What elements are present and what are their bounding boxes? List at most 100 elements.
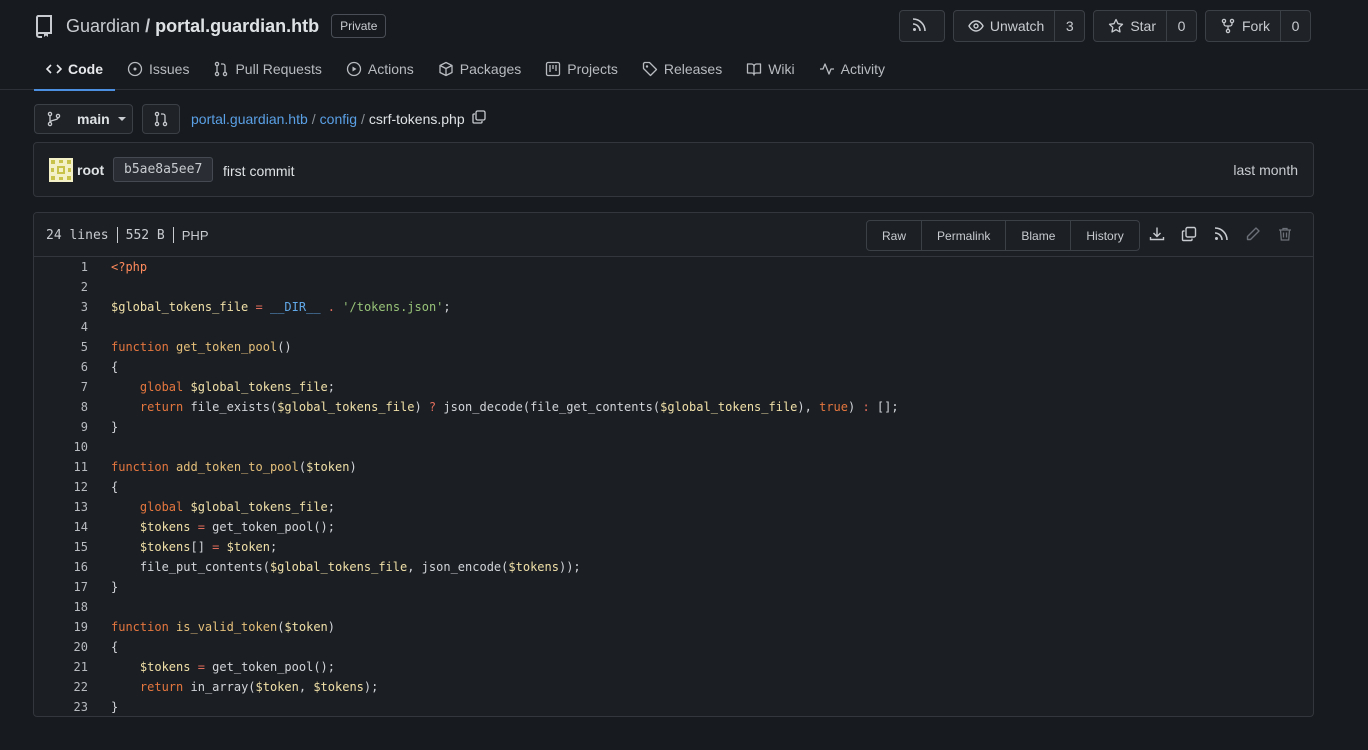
raw-button[interactable]: Raw: [867, 221, 921, 250]
code-view: 1 <?php 2 3 $global_tokens_file = __DIR__ . …: [34, 257, 1313, 716]
line-number[interactable]: 19: [34, 620, 88, 634]
tab-projects[interactable]: Projects: [533, 48, 630, 90]
rss-icon: [912, 17, 932, 35]
line-number[interactable]: 22: [34, 680, 88, 694]
tag-icon: [642, 61, 657, 77]
line-number[interactable]: 4: [34, 320, 88, 334]
delete-icon[interactable]: [1276, 225, 1294, 243]
line-number[interactable]: 16: [34, 560, 88, 574]
copy-icon[interactable]: [1180, 225, 1198, 243]
line-number[interactable]: 21: [34, 660, 88, 674]
copy-path-icon[interactable]: [471, 110, 486, 127]
line-number[interactable]: 13: [34, 500, 88, 514]
branch-icon: [47, 111, 61, 127]
tab-code[interactable]: Code: [34, 48, 115, 91]
line-number[interactable]: 3: [34, 300, 88, 314]
commit-author[interactable]: root: [77, 162, 104, 178]
tab-wiki[interactable]: Wiki: [734, 48, 806, 90]
line-number[interactable]: 7: [34, 380, 88, 394]
download-icon[interactable]: [1148, 225, 1166, 243]
breadcrumb-separator: /: [311, 110, 316, 127]
permalink-button[interactable]: Permalink: [921, 221, 1005, 250]
tab-pull-requests[interactable]: Pull Requests: [201, 48, 333, 90]
repo-title: Guardian / portal.guardian.htb Private: [34, 12, 387, 40]
rss-icon[interactable]: [1212, 225, 1230, 243]
code-line: 17}: [34, 577, 1313, 597]
repo-header-buttons: Unwatch 3 Star 0 Fork 0: [898, 10, 1311, 42]
code-line: 1 <?php: [34, 257, 1313, 277]
code-line: 18: [34, 597, 1313, 617]
breadcrumb-config-link[interactable]: config: [320, 111, 357, 127]
commit-time: last month: [1233, 162, 1298, 178]
star-button[interactable]: Star 0: [1093, 10, 1197, 42]
code-text: <?php: [111, 260, 148, 274]
history-button[interactable]: History: [1070, 221, 1138, 250]
commit-sha[interactable]: b5ae8a5ee7: [113, 157, 214, 182]
unwatch-button[interactable]: Unwatch 3: [952, 10, 1086, 42]
line-number[interactable]: 9: [34, 420, 88, 434]
tab-issues[interactable]: Issues: [115, 48, 201, 90]
tab-releases[interactable]: Releases: [630, 48, 734, 90]
line-number[interactable]: 1: [34, 260, 88, 274]
line-number[interactable]: 18: [34, 600, 88, 614]
tab-activity[interactable]: Activity: [807, 48, 897, 90]
star-count[interactable]: 0: [1166, 11, 1196, 41]
breadcrumb-repo-link[interactable]: portal.guardian.htb: [191, 111, 308, 127]
tab-actions[interactable]: Actions: [334, 48, 426, 90]
compare-button[interactable]: [142, 104, 180, 134]
tab-label: Projects: [567, 61, 618, 77]
line-number[interactable]: 11: [34, 460, 88, 474]
commit-message[interactable]: first commit: [223, 163, 295, 179]
line-number[interactable]: 8: [34, 400, 88, 414]
blame-button[interactable]: Blame: [1005, 221, 1070, 250]
tab-label: Pull Requests: [235, 61, 322, 77]
code-line: 6{: [34, 357, 1313, 377]
code-text: }: [111, 700, 119, 714]
file-icon-buttons: [1148, 225, 1294, 243]
line-number[interactable]: 17: [34, 580, 88, 594]
code-text: function add_token_to_pool($token): [111, 460, 357, 474]
code-line: 19 function is_valid_token($token): [34, 617, 1313, 637]
tab-label: Activity: [840, 61, 885, 77]
fork-count[interactable]: 0: [1280, 11, 1310, 41]
line-number[interactable]: 20: [34, 640, 88, 654]
watch-count[interactable]: 3: [1054, 11, 1084, 41]
code-line: 20 {: [34, 637, 1313, 657]
chevron-down-icon: [117, 117, 126, 121]
edit-icon[interactable]: [1244, 225, 1262, 243]
code-line: 7 global $global_tokens_file;: [34, 377, 1313, 397]
line-number[interactable]: 5: [34, 340, 88, 354]
code-line: 11 function add_token_to_pool($token): [34, 457, 1313, 477]
code-line: 16 file_put_contents($global_tokens_file…: [34, 557, 1313, 577]
repo-header: Guardian / portal.guardian.htb Private U…: [0, 0, 1368, 91]
line-number[interactable]: 15: [34, 540, 88, 554]
line-number[interactable]: 10: [34, 440, 88, 454]
code-text: file_put_contents($global_tokens_file, j…: [111, 560, 581, 574]
rss-feed-button[interactable]: [898, 10, 945, 42]
repo-owner-link[interactable]: Guardian: [66, 16, 140, 37]
code-text: return file_exists($global_tokens_file) …: [139, 400, 899, 414]
tab-packages[interactable]: Packages: [426, 48, 533, 90]
unwatch-label: Unwatch: [989, 18, 1045, 34]
tab-label: Code: [68, 61, 103, 77]
line-number[interactable]: 2: [34, 280, 88, 294]
code-text: $global_tokens_file = __DIR__ . '/tokens…: [111, 300, 451, 314]
repo-name-link[interactable]: portal.guardian.htb: [155, 16, 319, 37]
line-number[interactable]: 12: [34, 480, 88, 494]
code-line: 3 $global_tokens_file = __DIR__ . '/token…: [34, 297, 1313, 317]
avatar[interactable]: [49, 158, 73, 182]
file-actions: Raw Permalink Blame History: [866, 220, 1140, 251]
code-text: $tokens = get_token_pool();: [139, 520, 335, 534]
fork-button[interactable]: Fork 0: [1205, 10, 1311, 42]
line-number[interactable]: 14: [34, 520, 88, 534]
code-text: {: [111, 480, 119, 494]
tab-label: Actions: [367, 61, 414, 77]
code-line: 21 $tokens = get_token_pool();: [34, 657, 1313, 677]
line-number[interactable]: 23: [34, 700, 88, 714]
pulse-icon: [819, 63, 834, 75]
latest-commit: root b5ae8a5ee7 first commit last month: [33, 142, 1314, 197]
line-number[interactable]: 6: [34, 360, 88, 374]
code-icon: [46, 64, 62, 74]
branch-selector[interactable]: main: [34, 104, 133, 134]
divider: [116, 227, 118, 243]
